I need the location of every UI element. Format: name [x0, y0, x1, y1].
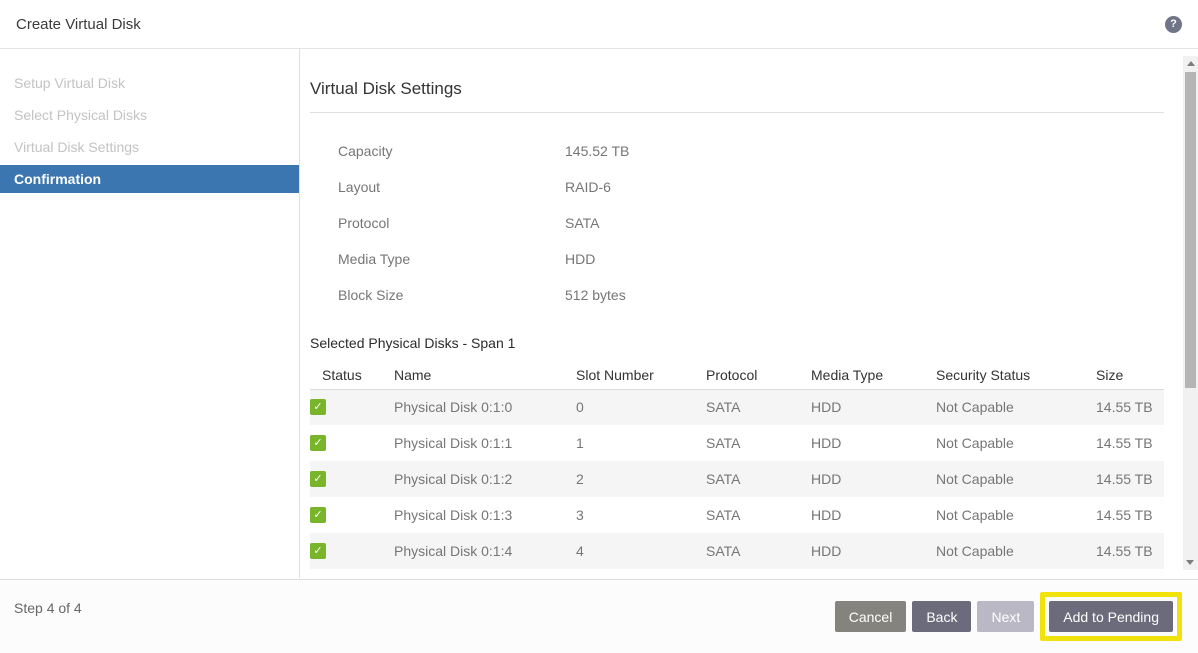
disk-media-cell: HDD	[811, 497, 936, 533]
column-header-size: Size	[1096, 361, 1164, 389]
help-icon[interactable]	[1165, 16, 1182, 33]
wizard-steps-sidebar: Setup Virtual Disk Select Physical Disks…	[0, 49, 300, 578]
add-to-pending-button[interactable]: Add to Pending	[1049, 601, 1173, 632]
wizard-step-label: Virtual Disk Settings	[14, 139, 139, 155]
disk-status-cell	[310, 461, 394, 497]
setting-label: Capacity	[310, 143, 565, 159]
disk-size-cell: 14.55 TB	[1096, 497, 1164, 533]
disk-media-cell: HDD	[811, 461, 936, 497]
setting-label: Protocol	[310, 215, 565, 231]
disk-security-cell: Not Capable	[936, 497, 1096, 533]
cancel-button[interactable]: Cancel	[835, 601, 907, 632]
confirmation-panel: Virtual Disk Settings Capacity 145.52 TB…	[300, 49, 1198, 578]
wizard-step-label: Setup Virtual Disk	[14, 75, 125, 91]
selected-disks-table: Status Name Slot Number Protocol Media T…	[310, 361, 1164, 569]
physical-disk-row: Physical Disk 0:1:0 0 SATA HDD Not Capab…	[310, 389, 1164, 425]
disk-status-cell	[310, 389, 394, 425]
wizard-step-item[interactable]: Virtual Disk Settings	[0, 131, 299, 163]
virtual-disk-settings-list: Capacity 145.52 TB Layout RAID-6 Protoco…	[310, 133, 1164, 313]
disk-media-cell: HDD	[811, 533, 936, 569]
disk-slot-cell: 4	[576, 533, 706, 569]
vertical-scrollbar[interactable]	[1183, 56, 1198, 570]
next-button[interactable]: Next	[977, 601, 1034, 632]
selected-disks-table-header: Status Name Slot Number Protocol Media T…	[310, 361, 1164, 389]
disk-slot-cell: 2	[576, 461, 706, 497]
disk-slot-cell: 1	[576, 425, 706, 461]
column-header-status: Status	[310, 361, 394, 389]
disk-size-cell: 14.55 TB	[1096, 533, 1164, 569]
physical-disk-row: Physical Disk 0:1:2 2 SATA HDD Not Capab…	[310, 461, 1164, 497]
disk-status-cell	[310, 425, 394, 461]
disk-media-cell: HDD	[811, 425, 936, 461]
disk-slot-cell: 3	[576, 497, 706, 533]
wizard-footer: Step 4 of 4 Cancel Back Next Add to Pend…	[0, 579, 1198, 653]
selected-checkbox-icon[interactable]	[310, 507, 326, 523]
setting-label: Layout	[310, 179, 565, 195]
disk-name-cell: Physical Disk 0:1:4	[394, 533, 576, 569]
setting-label: Media Type	[310, 251, 565, 267]
physical-disk-row: Physical Disk 0:1:1 1 SATA HDD Not Capab…	[310, 425, 1164, 461]
disk-security-cell: Not Capable	[936, 461, 1096, 497]
setting-row: Protocol SATA	[310, 205, 1164, 241]
setting-value: RAID-6	[565, 179, 1164, 195]
wizard-step-label: Select Physical Disks	[14, 107, 147, 123]
selected-checkbox-icon[interactable]	[310, 543, 326, 559]
setting-row: Capacity 145.52 TB	[310, 133, 1164, 169]
disk-name-cell: Physical Disk 0:1:0	[394, 389, 576, 425]
dialog-header: Create Virtual Disk	[0, 0, 1198, 49]
wizard-step-item[interactable]: Select Physical Disks	[0, 99, 299, 131]
selected-checkbox-icon[interactable]	[310, 399, 326, 415]
setting-row: Media Type HDD	[310, 241, 1164, 277]
disk-protocol-cell: SATA	[706, 461, 811, 497]
setting-value: SATA	[565, 215, 1164, 231]
column-header-security: Security Status	[936, 361, 1096, 389]
disk-name-cell: Physical Disk 0:1:1	[394, 425, 576, 461]
scrollbar-thumb[interactable]	[1185, 72, 1196, 388]
section-heading: Virtual Disk Settings	[310, 49, 1164, 113]
setting-row: Block Size 512 bytes	[310, 277, 1164, 313]
scroll-up-icon[interactable]	[1187, 61, 1195, 66]
disk-protocol-cell: SATA	[706, 497, 811, 533]
disk-protocol-cell: SATA	[706, 425, 811, 461]
disk-status-cell	[310, 533, 394, 569]
disk-protocol-cell: SATA	[706, 389, 811, 425]
wizard-step-label: Confirmation	[14, 171, 101, 187]
column-header-media: Media Type	[811, 361, 936, 389]
selected-disks-section-title: Selected Physical Disks - Span 1	[310, 335, 1164, 351]
page-title: Create Virtual Disk	[16, 16, 141, 33]
column-header-protocol: Protocol	[706, 361, 811, 389]
setting-label: Block Size	[310, 287, 565, 303]
disk-security-cell: Not Capable	[936, 425, 1096, 461]
highlight-annotation-box: Add to Pending	[1040, 592, 1182, 641]
disk-name-cell: Physical Disk 0:1:2	[394, 461, 576, 497]
disk-size-cell: 14.55 TB	[1096, 389, 1164, 425]
column-header-slot: Slot Number	[576, 361, 706, 389]
setting-value: 145.52 TB	[565, 143, 1164, 159]
disk-size-cell: 14.55 TB	[1096, 425, 1164, 461]
selected-checkbox-icon[interactable]	[310, 435, 326, 451]
disk-name-cell: Physical Disk 0:1:3	[394, 497, 576, 533]
setting-value: 512 bytes	[565, 287, 1164, 303]
disk-security-cell: Not Capable	[936, 533, 1096, 569]
physical-disk-row: Physical Disk 0:1:3 3 SATA HDD Not Capab…	[310, 497, 1164, 533]
disk-security-cell: Not Capable	[936, 389, 1096, 425]
disk-status-cell	[310, 497, 394, 533]
wizard-step-item[interactable]: Setup Virtual Disk	[0, 67, 299, 99]
column-header-name: Name	[394, 361, 576, 389]
dialog-body: Setup Virtual Disk Select Physical Disks…	[0, 49, 1198, 578]
disk-protocol-cell: SATA	[706, 533, 811, 569]
disk-slot-cell: 0	[576, 389, 706, 425]
back-button[interactable]: Back	[912, 601, 971, 632]
footer-buttons: Cancel Back Next Add to Pending	[835, 592, 1182, 641]
disk-media-cell: HDD	[811, 389, 936, 425]
disk-size-cell: 14.55 TB	[1096, 461, 1164, 497]
setting-value: HDD	[565, 251, 1164, 267]
step-indicator: Step 4 of 4	[14, 600, 82, 616]
physical-disk-row: Physical Disk 0:1:4 4 SATA HDD Not Capab…	[310, 533, 1164, 569]
setting-row: Layout RAID-6	[310, 169, 1164, 205]
scroll-down-icon[interactable]	[1186, 560, 1194, 565]
wizard-step-item[interactable]: Confirmation	[0, 165, 299, 193]
selected-checkbox-icon[interactable]	[310, 471, 326, 487]
